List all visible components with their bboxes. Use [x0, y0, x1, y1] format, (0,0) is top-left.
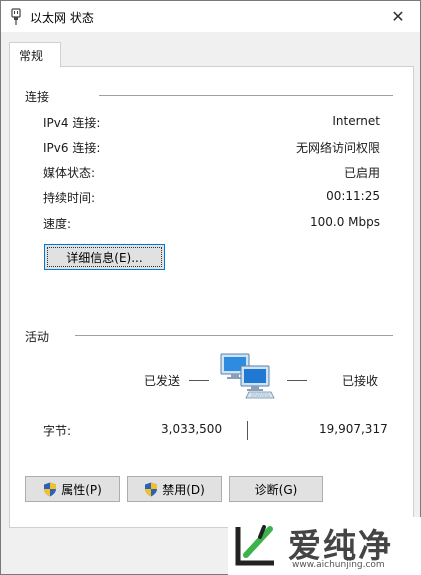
speed-value: 100.0 Mbps: [309, 215, 380, 229]
media-state-value: 已启用: [343, 166, 380, 180]
ipv4-value: Internet: [332, 114, 380, 128]
connection-divider: [99, 95, 393, 96]
close-icon: ✕: [391, 7, 405, 26]
sent-dash: [189, 380, 209, 381]
diagnose-button-label: 诊断(G): [254, 482, 298, 497]
aichunjing-logo-icon: [235, 525, 274, 566]
properties-button[interactable]: 属性(P): [25, 476, 120, 502]
title-bar: 以太网 状态 ✕: [1, 1, 420, 32]
details-button-label: 详细信息(E)...: [66, 250, 143, 265]
disable-button[interactable]: 禁用(D): [127, 476, 222, 502]
ipv6-label: IPv6 连接:: [43, 141, 101, 155]
duration-label: 持续时间:: [43, 191, 96, 205]
uac-shield-icon: [145, 482, 158, 496]
bytes-label: 字节:: [43, 424, 72, 438]
watermark: 爱纯净 www.aichunjing.com: [228, 517, 421, 575]
disable-button-label: 禁用(D): [162, 482, 205, 497]
window-title: 以太网 状态: [30, 11, 94, 25]
ipv4-label: IPv4 连接:: [43, 116, 101, 130]
network-computers-icon: [220, 353, 275, 399]
bytes-sent-value: 3,033,500: [161, 422, 223, 436]
close-button[interactable]: ✕: [376, 1, 420, 32]
watermark-url: www.aichunjing.com: [292, 560, 385, 570]
ethernet-plug-icon: [11, 8, 21, 25]
speed-label: 速度:: [43, 217, 72, 231]
duration-value: 00:11:25: [326, 189, 380, 203]
sent-label: 已发送: [144, 374, 181, 388]
received-dash: [287, 380, 307, 381]
tab-general-label: 常规: [19, 49, 44, 63]
properties-button-label: 属性(P): [61, 482, 102, 497]
connection-section-label: 连接: [25, 90, 50, 104]
uac-shield-icon: [44, 482, 57, 496]
media-state-label: 媒体状态:: [43, 166, 96, 180]
diagnose-button[interactable]: 诊断(G): [229, 476, 323, 502]
activity-divider: [75, 335, 393, 336]
ethernet-status-dialog: 以太网 状态 ✕ 常规 连接 IPv4 连接: Internet IPv6 连接…: [0, 0, 421, 575]
general-panel: [9, 66, 414, 528]
received-label: 已接收: [342, 374, 379, 388]
bytes-received-value: 19,907,317: [319, 422, 388, 436]
activity-section-label: 活动: [25, 330, 50, 344]
details-button[interactable]: 详细信息(E)...: [44, 244, 165, 270]
tab-general[interactable]: 常规: [9, 42, 61, 67]
bytes-divider: [247, 421, 248, 440]
ipv6-value: 无网络访问权限: [295, 141, 380, 155]
